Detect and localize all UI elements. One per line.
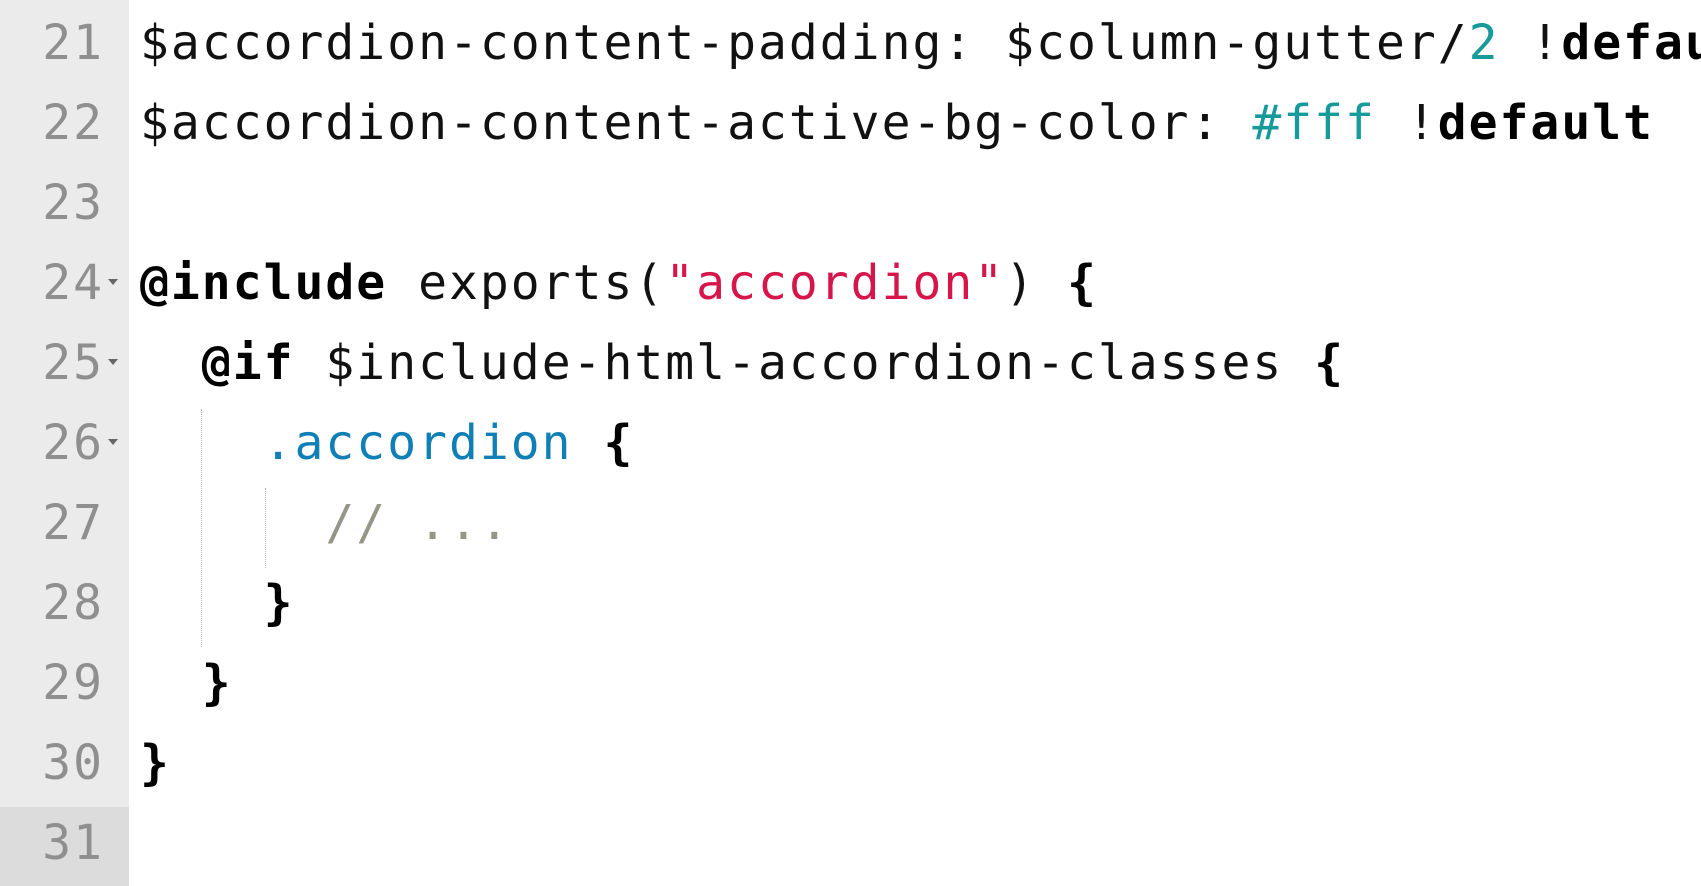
code-text[interactable]: $accordion-content-padding: $column-gutt… (140, 3, 1701, 83)
code-line[interactable]: 27 // ... (0, 483, 1701, 563)
code-token-num: #fff (1252, 95, 1376, 151)
code-token-kw: } (201, 655, 233, 711)
line-number: 30 (42, 735, 104, 791)
code-token-kw: @include (140, 255, 388, 311)
code-token-cls: .accordion (263, 415, 573, 471)
code-token-kw: { (1314, 335, 1346, 391)
code-text[interactable]: @if $include-html-accordion-classes { (140, 323, 1345, 403)
code-token-plain: ) (1005, 255, 1067, 311)
fold-arrow-icon[interactable] (108, 279, 118, 285)
code-line[interactable]: 21 $accordion-content-padding: $column-gu… (0, 3, 1701, 83)
code-token-str: "accordion" (665, 255, 1006, 311)
indent-guide (201, 409, 202, 647)
code-token-plain: ! (1375, 95, 1438, 151)
fold-arrow-icon[interactable] (108, 439, 118, 445)
code-line[interactable]: 24 @include exports("accordion") { (0, 243, 1701, 323)
code-line[interactable]: 31 (0, 803, 1701, 883)
line-number: 26 (42, 415, 104, 471)
code-token-kw: { (603, 415, 635, 471)
code-line[interactable]: 28 } (0, 563, 1701, 643)
code-text[interactable]: .accordion { (140, 403, 634, 483)
code-text[interactable]: // ... (140, 483, 511, 563)
code-line[interactable]: 29 } (0, 643, 1701, 723)
code-token-kw: } (263, 575, 295, 631)
code-editor[interactable]: 21 $accordion-content-padding: $column-gu… (0, 0, 1701, 886)
code-text[interactable]: $accordion-content-active-bg-color: #fff… (140, 83, 1654, 163)
code-token-cmt: // ... (325, 495, 511, 551)
code-text[interactable]: @include exports("accordion") { (140, 243, 1098, 323)
code-line[interactable]: 25 @if $include-html-accordion-classes { (0, 323, 1701, 403)
code-token-kw: default (1437, 95, 1655, 151)
code-line[interactable]: 26 .accordion { (0, 403, 1701, 483)
code-text[interactable]: } (140, 723, 171, 803)
code-token-plain: $accordion-content-padding: $column-gutt… (140, 15, 1469, 71)
code-token-kw: } (140, 735, 171, 791)
code-line[interactable]: 23 (0, 163, 1701, 243)
line-number: 31 (42, 815, 104, 871)
code-text[interactable]: } (140, 643, 233, 723)
line-number: 27 (42, 495, 104, 551)
code-token-plain: $accordion-content-active-bg-color: (140, 95, 1253, 151)
code-token-num: 2 (1468, 15, 1500, 71)
code-line[interactable]: 30} (0, 723, 1701, 803)
code-token-kw: { (1066, 255, 1098, 311)
code-token-plain: $include-html-accordion-classes (294, 335, 1315, 391)
line-number: 25 (42, 335, 104, 391)
line-number: 28 (42, 575, 104, 631)
line-number: 24 (42, 255, 104, 311)
code-token-kw: default (1561, 15, 1701, 71)
code-token-plain: ! (1499, 15, 1562, 71)
line-number: 29 (42, 655, 104, 711)
code-token-kw: @if (201, 335, 295, 391)
indent-guide (265, 488, 266, 568)
line-number: 22 (42, 95, 104, 151)
line-number: 21 (42, 15, 104, 71)
fold-arrow-icon[interactable] (108, 359, 118, 365)
code-text[interactable]: } (140, 563, 295, 643)
code-line[interactable]: 22 $accordion-content-active-bg-color: #f… (0, 83, 1701, 163)
line-number: 23 (42, 175, 104, 231)
code-token-plain: exports( (387, 255, 666, 311)
